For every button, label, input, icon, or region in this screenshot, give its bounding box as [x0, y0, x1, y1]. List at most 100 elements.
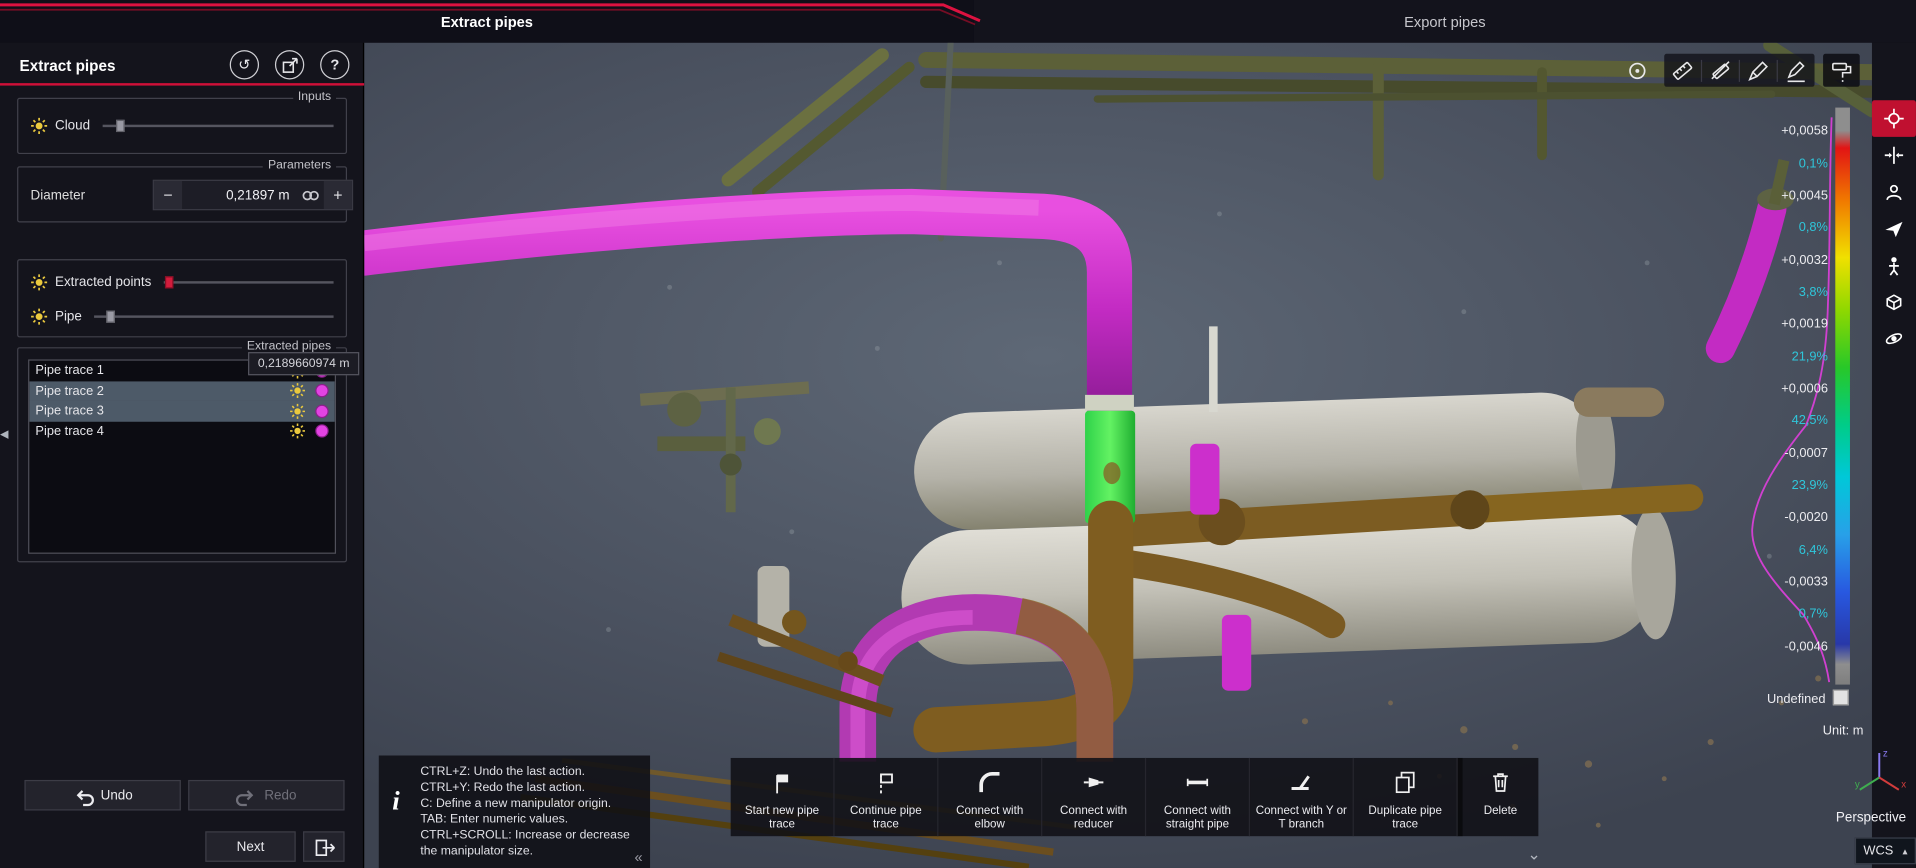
slider-handle[interactable]	[116, 120, 125, 132]
help-button[interactable]: ?	[320, 50, 349, 79]
shortcuts-collapse-icon[interactable]: «	[635, 850, 643, 866]
colorbar-label: 3,8%	[1747, 285, 1828, 300]
views-cube-button[interactable]	[1872, 284, 1916, 321]
proceed-export-button[interactable]	[303, 831, 345, 862]
diameter-decrease-button[interactable]: −	[154, 181, 182, 209]
tab-export-pipes[interactable]: Export pipes	[974, 0, 1916, 43]
panel-accent-line	[0, 83, 364, 85]
redo-icon	[236, 784, 258, 806]
visibility-bulb-icon[interactable]	[31, 117, 48, 134]
wcs-selector[interactable]: WCS ▴	[1855, 837, 1916, 864]
reset-history-button[interactable]: ↺	[230, 50, 259, 79]
unit-label: Unit: m	[1760, 724, 1864, 739]
shortcuts-panel: i CTRL+Z: Undo the last action. CTRL+Y: …	[379, 756, 650, 868]
tool-continue-pipe-trace[interactable]: Continue pipe trace	[835, 758, 939, 836]
slider-track[interactable]	[102, 125, 333, 127]
extracted-points-slider[interactable]	[164, 274, 334, 291]
colorbar-label: +0,0058	[1747, 123, 1828, 138]
inputs-group: Inputs Cloud	[17, 98, 347, 154]
point-cloud-scene	[364, 43, 1872, 868]
colorbar-label: +0,0006	[1747, 381, 1828, 396]
slider-track[interactable]	[94, 315, 333, 317]
undefined-checkbox[interactable]	[1833, 689, 1849, 705]
slider-handle[interactable]	[165, 276, 174, 288]
diameter-value[interactable]: 0,21897 m	[182, 188, 297, 203]
export-window-icon	[280, 56, 298, 74]
tool-connect-with-reducer[interactable]: Connect with reducer	[1042, 758, 1146, 836]
tab-export-pipes-label: Export pipes	[1404, 13, 1486, 30]
target-button[interactable]	[1619, 54, 1656, 87]
panel-collapse-icon[interactable]: ◀	[0, 428, 8, 441]
connect-elbow-icon	[976, 769, 1003, 796]
diameter-increase-button[interactable]: +	[324, 181, 352, 209]
shortcut-line: CTRL+SCROLL: Increase or decrease the ma…	[420, 828, 640, 860]
help-icon: ?	[330, 56, 339, 73]
colorbar-label: 21,9%	[1747, 350, 1828, 365]
draw-pen-icon	[1746, 58, 1770, 82]
viewport-3d[interactable]: i CTRL+Z: Undo the last action. CTRL+Y: …	[364, 43, 1872, 868]
draw-polyline-button[interactable]	[1778, 54, 1815, 87]
measure-button[interactable]	[1664, 54, 1701, 87]
list-item-pipe-trace-3[interactable]: Pipe trace 3	[29, 401, 334, 421]
inputs-group-label: Inputs	[293, 90, 336, 103]
colorbar-label: +0,0045	[1747, 188, 1828, 203]
camera-view-icon	[1883, 181, 1905, 203]
projection-label[interactable]: Perspective	[1784, 811, 1906, 826]
duplicate-pipe-trace-icon	[1392, 769, 1419, 796]
fit-view-button[interactable]	[1872, 137, 1916, 174]
history-icon: ↺	[238, 56, 250, 73]
trace-color-swatch[interactable]	[315, 404, 328, 417]
list-item-pipe-trace-2[interactable]: Pipe trace 2	[29, 381, 334, 401]
orbit-button[interactable]	[1872, 320, 1916, 357]
pipe-label: Pipe	[55, 309, 82, 324]
display-group: Extracted points Pipe	[17, 259, 347, 337]
parameters-group-label: Parameters	[263, 159, 336, 172]
pipe-opacity-slider[interactable]	[94, 308, 333, 325]
redo-button[interactable]: Redo	[188, 780, 344, 811]
diameter-link-button[interactable]	[297, 185, 324, 205]
measure-multi-button[interactable]	[1702, 54, 1739, 87]
fly-mode-button[interactable]	[1872, 210, 1916, 247]
measure-multi-icon	[1708, 58, 1732, 82]
colorbar-label: -0,0046	[1747, 639, 1828, 654]
slider-handle[interactable]	[106, 311, 115, 323]
draw-polyline-icon	[1784, 58, 1808, 82]
tool-delete[interactable]: Delete	[1463, 758, 1539, 836]
extract-pipes-panel: Extract pipes ↺ ? Inputs Cloud Param	[0, 43, 364, 868]
wcs-label: WCS	[1863, 844, 1893, 859]
colorbar-label: -0,0020	[1747, 510, 1828, 525]
visibility-bulb-icon[interactable]	[31, 274, 48, 291]
cloud-opacity-slider[interactable]	[102, 117, 333, 134]
tool-connect-with-straight-pipe[interactable]: Connect with straight pipe	[1146, 758, 1250, 836]
tool-connect-with-elbow[interactable]: Connect with elbow	[938, 758, 1042, 836]
export-window-button[interactable]	[275, 50, 304, 79]
undo-button[interactable]: Undo	[24, 780, 180, 811]
slider-track[interactable]	[164, 281, 334, 283]
pan-mode-button[interactable]	[1872, 100, 1916, 137]
parameters-group: Parameters Diameter − 0,21897 m + 0,2189…	[17, 166, 347, 222]
visibility-bulb-icon[interactable]	[31, 308, 48, 325]
colorbar-label: 23,9%	[1747, 478, 1828, 493]
measure-icon	[1670, 58, 1694, 82]
tool-connect-with-y-t-branch[interactable]: Connect with Y or T branch	[1250, 758, 1354, 836]
visibility-bulb-icon[interactable]	[290, 403, 306, 419]
next-button[interactable]: Next	[205, 831, 295, 862]
first-person-button[interactable]	[1872, 247, 1916, 284]
visibility-bulb-icon[interactable]	[290, 383, 306, 399]
camera-view-button[interactable]	[1872, 174, 1916, 211]
tool-duplicate-pipe-trace[interactable]: Duplicate pipe trace	[1354, 758, 1458, 836]
toolbar-expand-icon[interactable]: ⌄	[1527, 845, 1540, 865]
extracted-points-label: Extracted points	[55, 275, 151, 290]
colorbar-label: 6,4%	[1747, 543, 1828, 558]
texture-button[interactable]	[1823, 54, 1860, 87]
draw-button[interactable]	[1740, 54, 1777, 87]
tool-start-new-pipe-trace[interactable]: Start new pipe trace	[731, 758, 835, 836]
trace-color-swatch[interactable]	[315, 425, 328, 438]
list-item-pipe-trace-4[interactable]: Pipe trace 4	[29, 421, 334, 441]
trace-color-swatch[interactable]	[315, 384, 328, 397]
pipe-tools-toolbar: Start new pipe trace Continue pipe trace…	[731, 758, 1539, 836]
colorbar-label: 0,8%	[1747, 220, 1828, 235]
diameter-label: Diameter	[31, 188, 86, 203]
pan-crosshair-icon	[1883, 108, 1905, 130]
visibility-bulb-icon[interactable]	[290, 423, 306, 439]
